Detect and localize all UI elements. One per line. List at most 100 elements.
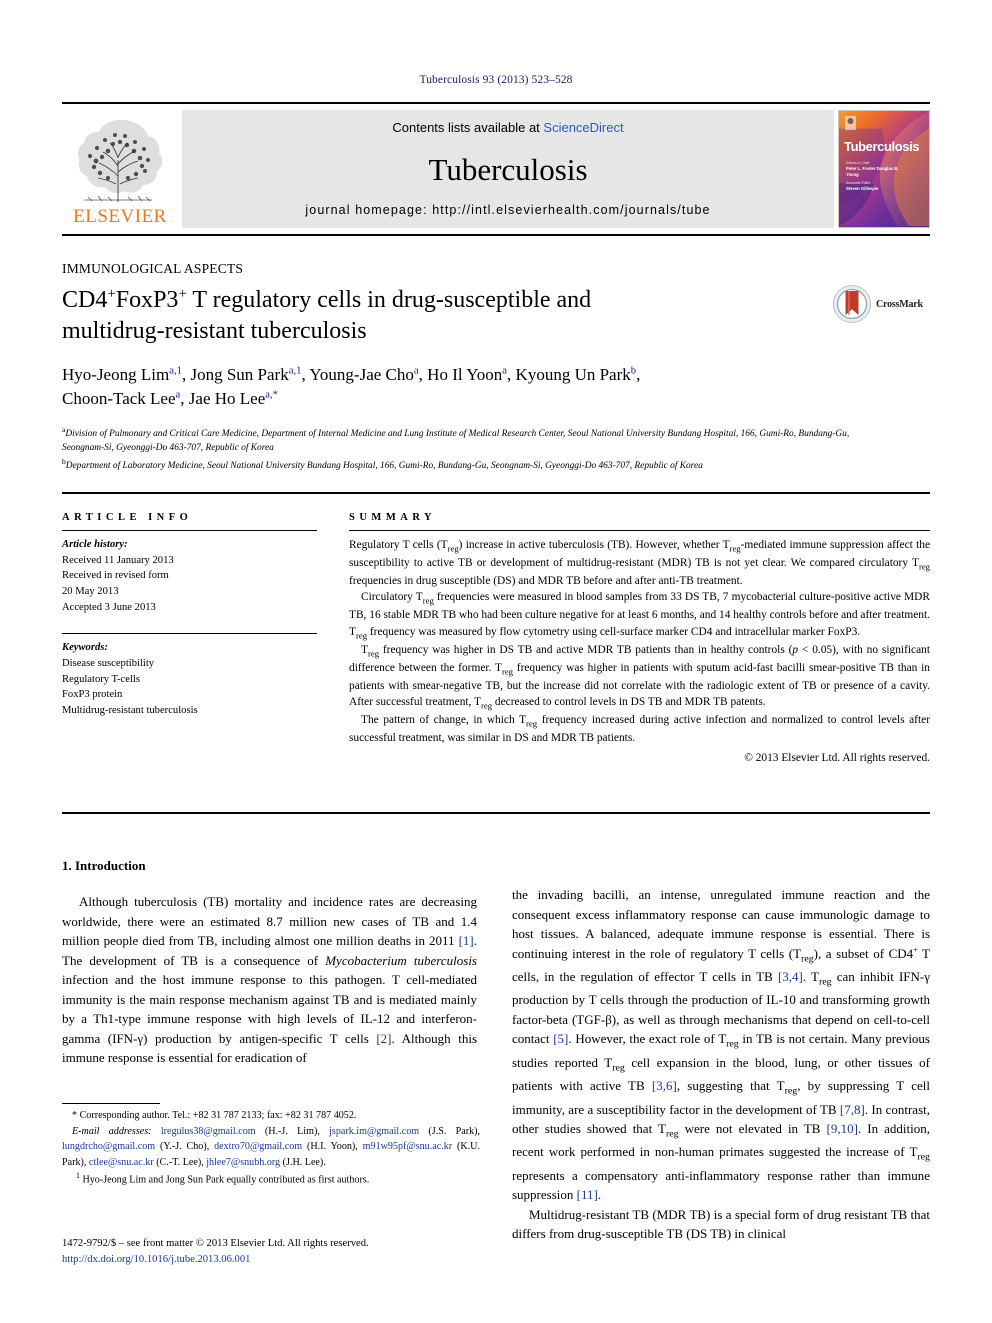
article-info-rule (62, 530, 317, 531)
email-label: E-mail addresses: (72, 1125, 152, 1137)
running-head: Tuberculosis 93 (2013) 523–528 (419, 74, 573, 86)
article-info-heading: ARTICLE INFO (62, 512, 193, 523)
affiliation-text: Department of Laboratory Medicine, Seoul… (65, 460, 703, 471)
summary-paragraph: The pattern of change, in which Treg fre… (349, 714, 930, 745)
summary-paragraph: Circulatory Treg frequencies were measur… (349, 591, 930, 641)
author-list: Hyo-Jeong Lima,1, Jong Sun Parka,1, Youn… (62, 363, 852, 411)
title-line1-c: T regulatory cells in drug-susceptible a… (186, 287, 592, 313)
affiliation-item: aDivision of Pulmonary and Critical Care… (62, 424, 892, 456)
article-info-column: ARTICLE INFO Article history: Received 1… (62, 512, 317, 719)
intro-left-column: 1. Introduction Although tuberculosis (T… (62, 858, 477, 1068)
email-owner: (Y.-J. Cho) (159, 1141, 207, 1153)
keyword-item: Disease susceptibility (62, 658, 155, 670)
cover-journal-title: Tuberculosis (844, 139, 920, 154)
crossmark-badge[interactable]: CrossMark (832, 281, 940, 327)
affiliation-text: Division of Pulmonary and Critical Care … (62, 429, 850, 454)
email-link[interactable]: lregulus38@gmail.com (161, 1126, 256, 1137)
footnote-divider (62, 1103, 160, 1104)
keywords-rule (62, 633, 317, 635)
keyword-item: Regulatory T-cells (62, 673, 140, 685)
divider-below-abstract (62, 812, 930, 814)
summary-body: Regulatory T cells (Treg) increase in ac… (349, 537, 930, 747)
summary-paragraph: Regulatory T cells (Treg) increase in ac… (349, 539, 931, 587)
crossmark-icon (833, 285, 871, 323)
history-item: 20 May 2013 (62, 586, 119, 598)
summary-rule (349, 530, 930, 531)
masthead-top-rule (62, 102, 930, 104)
contents-lists-line: Contents lists available at ScienceDirec… (392, 120, 623, 135)
equal-contribution-note: 1 Hyo-Jeong Lim and Jong Sun Park equall… (62, 1170, 480, 1188)
keyword-item: FoxP3 protein (62, 689, 123, 701)
author-item: Hyo-Jeong Lima,1, (62, 364, 191, 384)
issn-line: 1472-9792/$ – see front matter © 2013 El… (62, 1238, 369, 1249)
elsevier-tree-icon (77, 119, 163, 202)
footnote-marker: 1 (76, 1171, 80, 1181)
affiliation-item: bDepartment of Laboratory Medicine, Seou… (62, 456, 892, 473)
article-first-page: Tuberculosis 93 (2013) 523–528 ELSEVIER … (0, 0, 992, 1323)
cover-elsevier-icon (845, 116, 856, 130)
intro-heading: 1. Introduction (62, 858, 146, 873)
footnote-block: * Corresponding author. Tel.: +82 31 787… (62, 1108, 480, 1188)
intro-left-text: Although tuberculosis (TB) mortality and… (62, 892, 477, 1068)
elsevier-logo: ELSEVIER (62, 110, 178, 228)
summary-heading: SUMMARY (349, 512, 437, 523)
summary-column: SUMMARY Regulatory T cells (Treg) increa… (349, 512, 930, 764)
email-owner: (J.H. Lee). (282, 1156, 326, 1168)
title-line1-a: CD4 (62, 287, 108, 313)
cover-assoc-names: Steven Gillespie (846, 185, 879, 191)
email-addresses-note: E-mail addresses: lregulus38@gmail.com (… (62, 1125, 481, 1168)
page-title: CD4+FoxP3+ T regulatory cells in drug-su… (62, 285, 802, 347)
email-link[interactable]: m91w95pf@snu.ac.kr (363, 1141, 452, 1152)
crossmark-label: CrossMark (876, 298, 923, 310)
title-block: CD4+FoxP3+ T regulatory cells in drug-su… (62, 285, 802, 347)
journal-homepage-link[interactable]: journal homepage: http://intl.elsevierhe… (305, 203, 710, 217)
author-item: Choon-Tack Leea, (62, 388, 189, 409)
journal-title: Tuberculosis (428, 151, 588, 187)
summary-paragraph: Treg frequency was higher in DS TB and a… (349, 643, 931, 711)
masthead-center-panel: Contents lists available at ScienceDirec… (182, 110, 834, 228)
journal-masthead: ELSEVIER Contents lists available at Sci… (62, 102, 930, 236)
intro-right-column: the invading bacilli, an intense, unregu… (512, 885, 930, 1244)
author-item: Jong Sun Parka,1, (190, 364, 310, 384)
history-item: Received 11 January 2013 (62, 554, 174, 566)
author-item: Jae Ho Leea,* (188, 388, 279, 409)
email-owner: (H.I. Yoon) (306, 1141, 356, 1153)
email-owner: (H.-J. Lim) (264, 1125, 318, 1137)
divider-above-abstract (62, 492, 930, 494)
title-line2: multidrug-resistant tuberculosis (62, 318, 367, 345)
email-link[interactable]: jspark.im@gmail.com (329, 1126, 419, 1137)
keywords-label: Keywords: (62, 642, 108, 654)
history-item: Received in revised form (62, 570, 169, 582)
contents-prefix: Contents lists available at (392, 120, 544, 135)
masthead-bottom-rule (62, 234, 930, 236)
email-link[interactable]: dextro70@gmail.com (214, 1141, 302, 1152)
summary-copyright: © 2013 Elsevier Ltd. All rights reserved… (744, 751, 930, 764)
email-link[interactable]: ctlee@snu.ac.kr (89, 1157, 154, 1168)
doi-link[interactable]: http://dx.doi.org/10.1016/j.tube.2013.06… (62, 1252, 522, 1268)
keywords-block: Keywords: Disease susceptibility Regulat… (62, 640, 317, 718)
intro-paragraph: the invading bacilli, an intense, unregu… (512, 887, 930, 1203)
affiliation-list: aDivision of Pulmonary and Critical Care… (62, 424, 892, 473)
author-item: Ho Il Yoona, (427, 364, 516, 384)
keyword-item: Multidrug-resistant tuberculosis (62, 705, 198, 717)
cover-editor-names: Peter L. Foster Douglas B. Young (846, 165, 899, 177)
cover-editor-block: Editors-in-Chief Peter L. Foster Douglas… (846, 161, 906, 192)
title-sup-1: + (107, 286, 116, 302)
email-link[interactable]: lungdrcho@gmail.com (62, 1141, 155, 1152)
email-link[interactable]: jhlee7@snubh.org (206, 1157, 280, 1168)
journal-cover-thumbnail[interactable]: Tuberculosis Editors-in-Chief Peter L. F… (838, 110, 930, 228)
elsevier-wordmark: ELSEVIER (73, 206, 167, 227)
author-item: Kyoung Un Parkb, (515, 364, 641, 384)
sciencedirect-link[interactable]: ScienceDirect (543, 120, 623, 135)
intro-right-text: the invading bacilli, an intense, unregu… (512, 885, 930, 1244)
issn-block: 1472-9792/$ – see front matter © 2013 El… (62, 1236, 522, 1269)
article-history-block: Article history: Received 11 January 201… (62, 537, 317, 615)
intro-paragraph: Multidrug-resistant TB (MDR TB) is a spe… (512, 1206, 930, 1242)
title-line1-b: FoxP3 (115, 287, 179, 313)
section-kicker: IMMUNOLOGICAL ASPECTS (62, 261, 244, 276)
intro-paragraph: Although tuberculosis (TB) mortality and… (62, 894, 477, 1065)
title-sup-2: + (178, 286, 187, 302)
corresponding-author-note: * Corresponding author. Tel.: +82 31 787… (72, 1110, 357, 1121)
article-history-label: Article history: (62, 539, 128, 550)
equal-contribution-text: Hyo-Jeong Lim and Jong Sun Park equally … (82, 1174, 370, 1186)
